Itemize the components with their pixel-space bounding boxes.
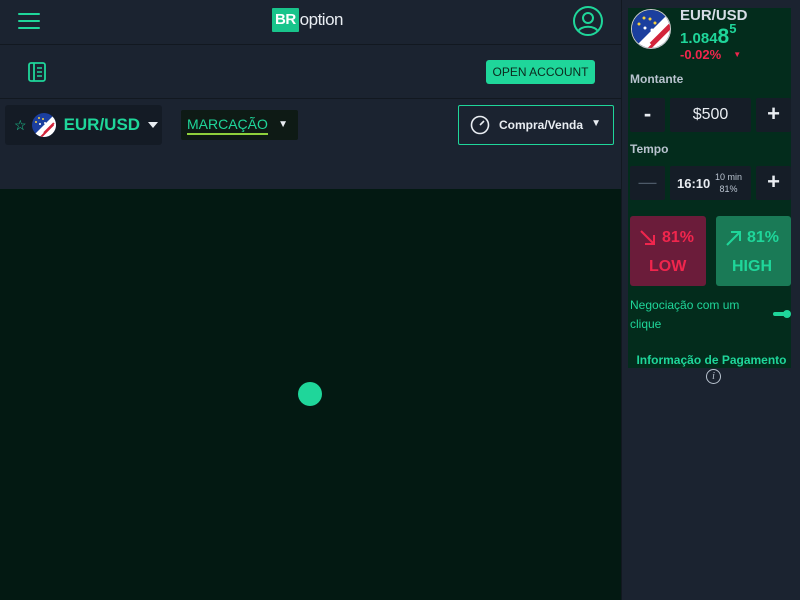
expiry-time-selector[interactable]: 16:10 10 min 81% xyxy=(670,166,751,200)
time-label: Tempo xyxy=(630,142,669,156)
time-increase-button[interactable]: + xyxy=(756,166,791,200)
one-click-trading-label: Negociação com um clique xyxy=(630,298,740,331)
clock-icon xyxy=(470,115,490,135)
star-icon[interactable]: ☆ xyxy=(14,117,27,134)
logo-option: option xyxy=(299,10,344,29)
one-click-toggle[interactable] xyxy=(773,310,791,318)
eur-usd-flag-icon xyxy=(631,9,671,49)
dropdown-arrow-icon: ▼ xyxy=(591,118,601,129)
asset-bar: ☆ EUR/USD MARCAÇÃO ▼ Compra/Venda ▼ xyxy=(0,100,621,189)
trade-mode-label: Compra/Venda xyxy=(499,118,584,132)
amount-label: Montante xyxy=(630,72,684,86)
amount-increase-button[interactable]: + xyxy=(756,98,791,132)
time-decrease-button[interactable]: — xyxy=(630,166,665,200)
low-button[interactable]: 81% LOW xyxy=(630,216,706,286)
current-price: 1.08485 xyxy=(680,21,737,48)
asset-pair-selector[interactable]: ☆ EUR/USD xyxy=(5,105,162,145)
expiry-duration: 10 min 81% xyxy=(715,172,743,194)
chevron-down-icon xyxy=(148,122,159,128)
amount-decrease-button[interactable]: - xyxy=(630,98,665,132)
expiry-time-value: 16:10 xyxy=(677,176,711,191)
down-arrow-icon: ▼ xyxy=(733,50,742,59)
arrow-down-right-icon xyxy=(639,229,657,252)
loading-indicator xyxy=(298,382,322,406)
low-label: LOW xyxy=(649,258,687,275)
high-button[interactable]: 81% HIGH xyxy=(716,216,791,286)
chart-mode-label: MARCAÇÃO xyxy=(187,116,268,135)
payment-info-link[interactable]: Informação de Pagamento xyxy=(630,353,793,367)
trade-mode-dropdown[interactable]: Compra/Venda ▼ xyxy=(458,105,614,145)
panel-pair-label: EUR/USD xyxy=(680,7,748,24)
broption-logo[interactable]: BR option xyxy=(272,8,344,32)
high-label: HIGH xyxy=(732,258,772,275)
top-bar: BR option xyxy=(0,0,621,45)
chart-mode-dropdown[interactable]: MARCAÇÃO ▼ xyxy=(181,110,298,140)
amount-input[interactable] xyxy=(670,98,751,132)
open-account-button[interactable]: OPEN ACCOUNT xyxy=(486,60,595,84)
book-icon[interactable] xyxy=(28,62,46,82)
dropdown-arrow-icon: ▼ xyxy=(278,119,288,130)
secondary-toolbar: OPEN ACCOUNT xyxy=(0,46,621,99)
logo-br: BR xyxy=(272,8,299,32)
user-avatar-icon[interactable] xyxy=(573,6,603,36)
price-change: -0.02% ▼ xyxy=(680,47,742,62)
chart-area[interactable] xyxy=(0,189,621,600)
arrow-up-right-icon xyxy=(725,229,743,252)
asset-pair-label: EUR/USD xyxy=(63,115,141,134)
hamburger-menu-icon[interactable] xyxy=(18,13,40,31)
low-payout: 81% xyxy=(662,229,695,246)
info-icon[interactable]: i xyxy=(706,369,721,384)
eur-usd-flag-icon xyxy=(31,113,56,137)
high-payout: 81% xyxy=(747,229,780,246)
